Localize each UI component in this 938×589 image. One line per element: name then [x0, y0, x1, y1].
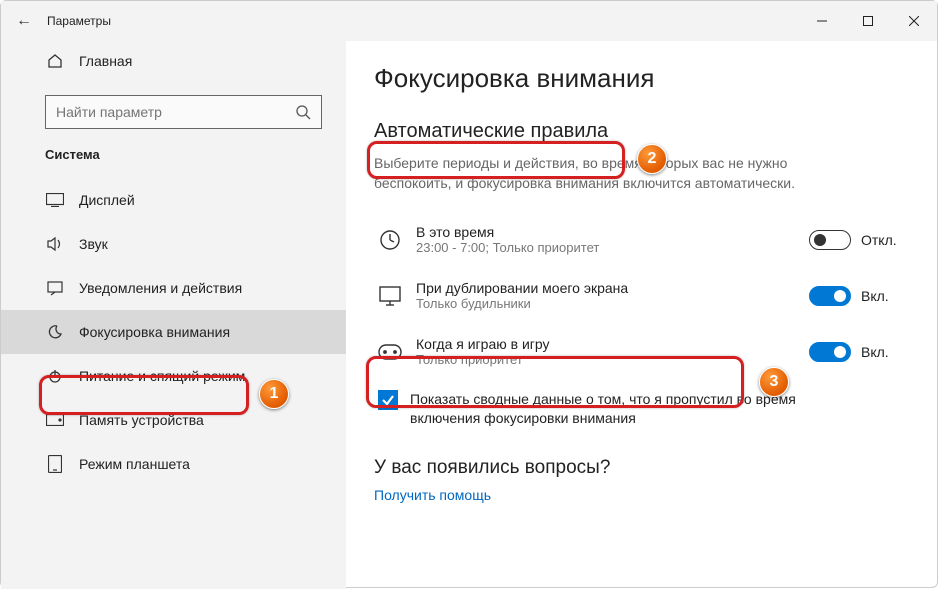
window-title: Параметры — [47, 14, 111, 28]
toggle-state: Вкл. — [861, 344, 889, 360]
sidebar-item-sound[interactable]: Звук — [1, 222, 346, 266]
back-button[interactable]: ← — [1, 12, 47, 30]
summary-checkbox[interactable] — [378, 390, 398, 410]
sidebar-item-focus-assist[interactable]: Фокусировка внимания — [1, 310, 346, 354]
section-desc: Выберите периоды и действия, во время ко… — [374, 153, 804, 194]
sidebar-item-notifications[interactable]: Уведомления и действия — [1, 266, 346, 310]
sidebar-item-label: Звук — [79, 236, 108, 252]
rule-title: В это время — [416, 224, 809, 240]
sound-icon — [45, 234, 65, 254]
rule-during-hours[interactable]: В это время 23:00 - 7:00; Только приорит… — [374, 212, 909, 268]
tablet-icon — [45, 454, 65, 474]
rule-subtitle: Только будильники — [416, 296, 809, 311]
home-icon — [45, 51, 65, 71]
clock-icon — [374, 229, 406, 251]
sidebar-item-tablet[interactable]: Режим планшета — [1, 442, 346, 486]
home-label: Главная — [79, 53, 132, 69]
sidebar-item-display[interactable]: Дисплей — [1, 178, 346, 222]
summary-checkbox-row[interactable]: Показать сводные данные о том, что я про… — [378, 390, 909, 429]
close-button[interactable] — [891, 1, 937, 41]
storage-icon — [45, 410, 65, 430]
category-header: Система — [1, 147, 346, 168]
rule-subtitle: Только приоритет — [416, 352, 809, 367]
sidebar-item-label: Память устройства — [79, 412, 204, 428]
rule-title: Когда я играю в игру — [416, 336, 809, 352]
rule-playing-game[interactable]: Когда я играю в игру Только приоритет Вк… — [374, 324, 909, 380]
monitor-icon — [374, 286, 406, 306]
page-title: Фокусировка внимания — [374, 63, 909, 94]
questions-title: У вас появились вопросы? — [374, 457, 909, 479]
display-icon — [45, 190, 65, 210]
gamepad-icon — [374, 344, 406, 360]
sidebar-item-label: Фокусировка внимания — [79, 324, 230, 340]
summary-checkbox-label: Показать сводные данные о том, что я про… — [410, 390, 810, 429]
sidebar-item-label: Питание и спящий режим — [79, 368, 245, 384]
section-title: Автоматические правила — [374, 120, 608, 143]
sidebar-item-storage[interactable]: Память устройства — [1, 398, 346, 442]
search-box[interactable] — [45, 95, 322, 129]
minimize-button[interactable] — [799, 1, 845, 41]
rule-subtitle: 23:00 - 7:00; Только приоритет — [416, 240, 809, 255]
toggle-display[interactable] — [809, 286, 851, 306]
home-nav[interactable]: Главная — [1, 41, 346, 81]
sidebar-item-label: Дисплей — [79, 192, 135, 208]
help-link[interactable]: Получить помощь — [374, 487, 909, 503]
notification-icon — [45, 278, 65, 298]
titlebar: ← Параметры — [1, 1, 937, 41]
rule-title: При дублировании моего экрана — [416, 280, 809, 296]
toggle-game[interactable] — [809, 342, 851, 362]
power-icon — [45, 366, 65, 386]
toggle-state: Откл. — [861, 232, 897, 248]
sidebar-item-power[interactable]: Питание и спящий режим — [1, 354, 346, 398]
toggle-hours[interactable] — [809, 230, 851, 250]
sidebar-item-label: Уведомления и действия — [79, 280, 242, 296]
maximize-button[interactable] — [845, 1, 891, 41]
toggle-state: Вкл. — [861, 288, 889, 304]
search-input[interactable] — [56, 104, 295, 120]
moon-icon — [45, 322, 65, 342]
sidebar: Главная Система Дисплей Звук Уведомления… — [1, 41, 346, 589]
content-area: Фокусировка внимания Автоматические прав… — [346, 41, 937, 589]
rule-duplicating-display[interactable]: При дублировании моего экрана Только буд… — [374, 268, 909, 324]
sidebar-item-label: Режим планшета — [79, 456, 190, 472]
search-icon — [295, 104, 311, 120]
